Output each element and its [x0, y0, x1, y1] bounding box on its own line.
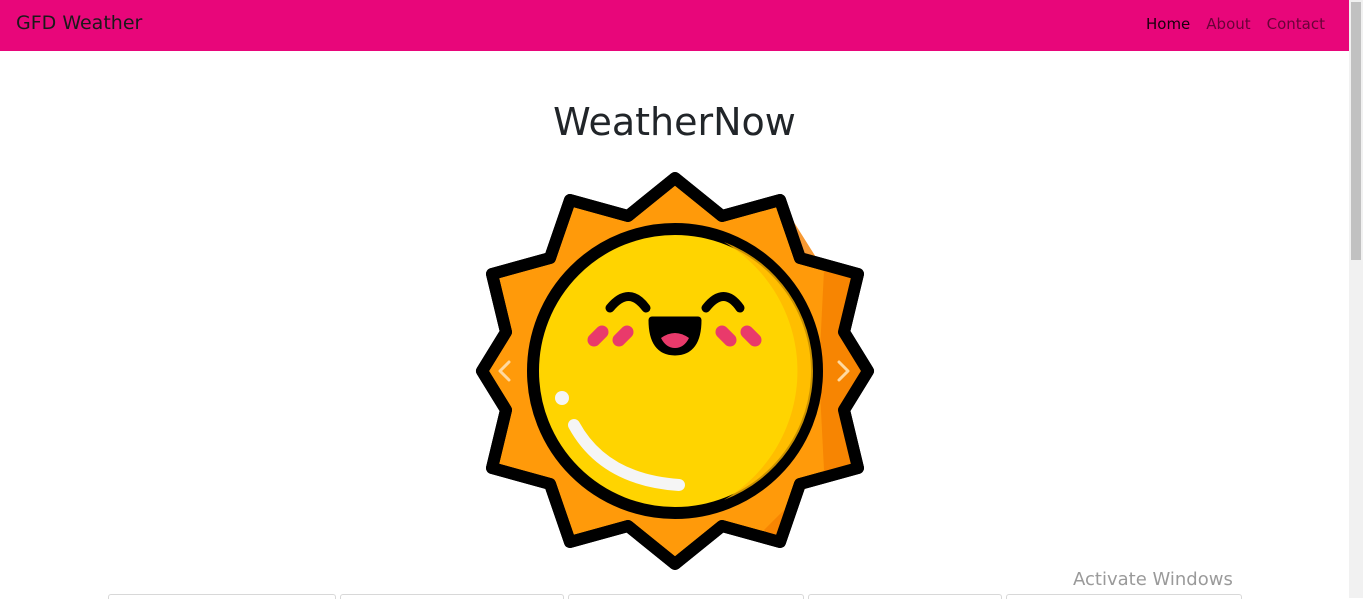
activate-windows-watermark: Activate Windows — [1073, 569, 1233, 590]
brand-link[interactable]: GFD Weather — [16, 12, 142, 34]
navbar: GFD Weather Home About Contact — [0, 0, 1349, 51]
carousel-prev-button[interactable] — [492, 358, 518, 384]
chevron-right-icon — [837, 360, 850, 382]
page-scrollbar[interactable] — [1349, 0, 1363, 598]
forecast-card — [108, 594, 336, 599]
nav-link-home[interactable]: Home — [1146, 15, 1190, 33]
page-title: WeatherNow — [553, 100, 796, 144]
forecast-card — [1006, 594, 1242, 599]
nav-link-contact[interactable]: Contact — [1267, 15, 1325, 33]
smiling-sun-icon — [476, 172, 874, 570]
carousel-next-button[interactable] — [830, 358, 856, 384]
nav-links: Home About Contact — [1146, 15, 1325, 33]
forecast-card — [568, 594, 804, 599]
forecast-cards — [108, 594, 1258, 599]
weather-carousel — [474, 170, 876, 572]
chevron-left-icon — [498, 360, 511, 382]
nav-link-about[interactable]: About — [1206, 15, 1250, 33]
forecast-card — [808, 594, 1002, 599]
scrollbar-thumb[interactable] — [1351, 2, 1361, 260]
forecast-card — [340, 594, 564, 599]
